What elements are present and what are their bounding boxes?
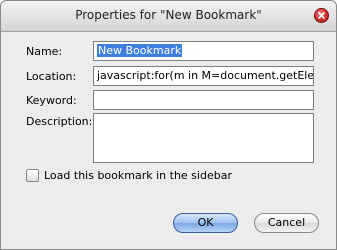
sidebar-checkbox[interactable] xyxy=(26,169,39,182)
close-icon[interactable] xyxy=(314,8,329,23)
ok-button[interactable]: OK xyxy=(173,213,238,233)
properties-dialog: Properties for "New Bookmark" Name: New … xyxy=(0,0,337,250)
cancel-button[interactable]: Cancel xyxy=(254,213,319,233)
description-textarea[interactable] xyxy=(93,113,314,163)
keyword-input[interactable] xyxy=(93,90,314,110)
name-input[interactable]: New Bookmark xyxy=(93,41,314,61)
location-input[interactable]: javascript:for(m in M=document.getElemen… xyxy=(93,66,314,86)
title-bar[interactable]: Properties for "New Bookmark" xyxy=(1,1,336,32)
location-label: Location: xyxy=(26,70,77,83)
sidebar-checkbox-label[interactable]: Load this bookmark in the sidebar xyxy=(44,169,232,182)
dialog-title: Properties for "New Bookmark" xyxy=(75,8,262,22)
name-label: Name: xyxy=(26,45,63,58)
name-selected-text: New Bookmark xyxy=(97,44,183,57)
description-label: Description: xyxy=(26,115,93,128)
keyword-label: Keyword: xyxy=(26,94,77,107)
close-x-glyph xyxy=(317,11,326,20)
